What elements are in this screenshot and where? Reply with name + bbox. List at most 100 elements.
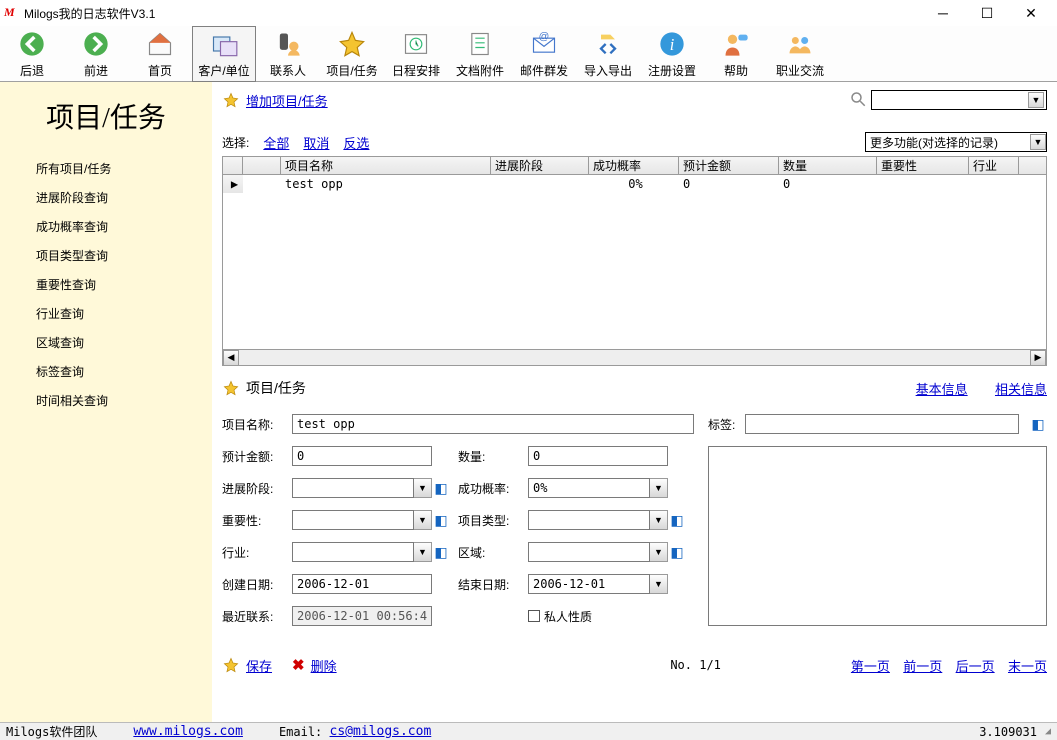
grid-header: 项目名称 进展阶段 成功概率 预计金额 数量 重要性 行业: [223, 157, 1046, 175]
status-version: 3.109031: [979, 725, 1037, 739]
combo-type[interactable]: ▼: [528, 510, 668, 530]
maximize-button[interactable]: ☐: [965, 1, 1009, 25]
sidebar-item-3[interactable]: 项目类型查询: [0, 241, 212, 270]
svg-text:i: i: [670, 35, 675, 54]
combo-end-date[interactable]: 2006-12-01▼: [528, 574, 668, 594]
minimize-button[interactable]: ─: [921, 1, 965, 25]
edit-imp-icon[interactable]: ◧: [432, 511, 450, 529]
edit-industry-icon[interactable]: ◧: [432, 543, 450, 561]
sidebar-item-6[interactable]: 区域查询: [0, 328, 212, 357]
combo-region[interactable]: ▼: [528, 542, 668, 562]
sidebar-item-4[interactable]: 重要性查询: [0, 270, 212, 299]
main-panel: 增加项目/任务 ▼ 选择: 全部 取消 反选 更多功能(对选择的记录) ▼: [212, 82, 1057, 722]
checkbox-icon[interactable]: [528, 610, 540, 622]
email-icon: @: [528, 28, 560, 60]
basic-info-link[interactable]: 基本信息: [916, 382, 968, 397]
toolbar-importexport[interactable]: 导入导出: [576, 26, 640, 82]
toolbar-settings[interactable]: i注册设置: [640, 26, 704, 82]
sidebar-item-0[interactable]: 所有项目/任务: [0, 154, 212, 183]
resize-grip[interactable]: ◢: [1037, 726, 1051, 737]
input-qty[interactable]: 0: [528, 446, 668, 466]
home-icon: [144, 28, 176, 60]
edit-type-icon[interactable]: ◧: [668, 511, 686, 529]
grid-hscroll[interactable]: ◀▶: [223, 349, 1046, 365]
combo-industry[interactable]: ▼: [292, 542, 432, 562]
input-name[interactable]: test opp: [292, 414, 694, 434]
status-team: Milogs软件团队: [6, 723, 97, 740]
more-actions-select[interactable]: 更多功能(对选择的记录) ▼: [865, 132, 1047, 152]
select-all[interactable]: 全部: [263, 133, 289, 152]
table-row[interactable]: ▶ test opp 0% 0 0: [223, 175, 1046, 193]
toolbar-forward[interactable]: 前进: [64, 26, 128, 82]
search-icon[interactable]: [849, 90, 867, 111]
related-info-link[interactable]: 相关信息: [995, 382, 1047, 397]
contacts-icon: [272, 28, 304, 60]
prev-page[interactable]: 前一页: [903, 659, 942, 674]
forward-icon: [80, 28, 112, 60]
combo-stage[interactable]: ▼: [292, 478, 432, 498]
edit-region-icon[interactable]: ◧: [668, 543, 686, 561]
star-icon: [222, 91, 240, 109]
save-link[interactable]: 保存: [246, 656, 272, 675]
toolbar-back[interactable]: 后退: [0, 26, 64, 82]
back-icon: [16, 28, 48, 60]
importexport-icon: [592, 28, 624, 60]
label-end: 结束日期:: [458, 576, 528, 593]
label-prob: 成功概率:: [458, 480, 528, 497]
detail-form: 项目名称: test opp 预计金额: 0 数量: 0 进展阶段: ▼ ◧ 成…: [222, 414, 694, 626]
input-last-contact: 2006-12-01 00:56:4: [292, 606, 432, 626]
label-imp: 重要性:: [222, 512, 292, 529]
sidebar-item-2[interactable]: 成功概率查询: [0, 212, 212, 241]
toolbar-documents[interactable]: 文档附件: [448, 26, 512, 82]
label-qty: 数量:: [458, 448, 528, 465]
projects-icon: [336, 28, 368, 60]
toolbar-community[interactable]: 职业交流: [768, 26, 832, 82]
section-title: 项目/任务: [246, 378, 306, 398]
add-project-link[interactable]: 增加项目/任务: [246, 91, 328, 110]
close-button[interactable]: ✕: [1009, 1, 1053, 25]
toolbar-projects[interactable]: 项目/任务: [320, 26, 384, 82]
combo-imp[interactable]: ▼: [292, 510, 432, 530]
settings-icon: i: [656, 28, 688, 60]
label-region: 区域:: [458, 544, 528, 561]
toolbar-help[interactable]: 帮助: [704, 26, 768, 82]
window-title: Milogs我的日志软件V3.1: [24, 5, 155, 22]
last-page[interactable]: 末一页: [1008, 659, 1047, 674]
toolbar-customers[interactable]: 客户/单位: [192, 26, 256, 82]
search-select[interactable]: ▼: [871, 90, 1047, 110]
help-icon: [720, 28, 752, 60]
edit-stage-icon[interactable]: ◧: [432, 479, 450, 497]
svg-text:@: @: [539, 30, 550, 42]
status-email[interactable]: cs@milogs.com: [330, 724, 432, 739]
community-icon: [784, 28, 816, 60]
input-create-date[interactable]: 2006-12-01: [292, 574, 432, 594]
toolbar: 后退前进首页客户/单位联系人项目/任务日程安排文档附件@邮件群发导入导出i注册设…: [0, 26, 1057, 82]
sidebar: 项目/任务 所有项目/任务进展阶段查询成功概率查询项目类型查询重要性查询行业查询…: [0, 82, 212, 722]
select-invert[interactable]: 反选: [343, 133, 369, 152]
notes-area[interactable]: [708, 446, 1047, 626]
input-amount[interactable]: 0: [292, 446, 432, 466]
toolbar-home[interactable]: 首页: [128, 26, 192, 82]
sidebar-item-7[interactable]: 标签查询: [0, 357, 212, 386]
sidebar-item-8[interactable]: 时间相关查询: [0, 386, 212, 415]
toolbar-email[interactable]: @邮件群发: [512, 26, 576, 82]
schedule-icon: [400, 28, 432, 60]
customers-icon: [208, 28, 240, 60]
input-tag[interactable]: [745, 414, 1019, 434]
select-cancel[interactable]: 取消: [303, 133, 329, 152]
toolbar-schedule[interactable]: 日程安排: [384, 26, 448, 82]
delete-link[interactable]: 删除: [311, 656, 337, 675]
checkbox-private[interactable]: 私人性质: [528, 608, 668, 625]
data-grid[interactable]: 项目名称 进展阶段 成功概率 预计金额 数量 重要性 行业 ▶ test opp…: [222, 156, 1047, 366]
titlebar: M Milogs我的日志软件V3.1 ─ ☐ ✕: [0, 0, 1057, 26]
star-icon: [222, 656, 240, 674]
status-url[interactable]: www.milogs.com: [133, 724, 243, 739]
combo-prob[interactable]: 0%▼: [528, 478, 668, 498]
first-page[interactable]: 第一页: [851, 659, 890, 674]
edit-tag-icon[interactable]: ◧: [1029, 415, 1047, 433]
next-page[interactable]: 后一页: [956, 659, 995, 674]
toolbar-contacts[interactable]: 联系人: [256, 26, 320, 82]
sidebar-item-5[interactable]: 行业查询: [0, 299, 212, 328]
sidebar-title: 项目/任务: [0, 90, 212, 154]
sidebar-item-1[interactable]: 进展阶段查询: [0, 183, 212, 212]
